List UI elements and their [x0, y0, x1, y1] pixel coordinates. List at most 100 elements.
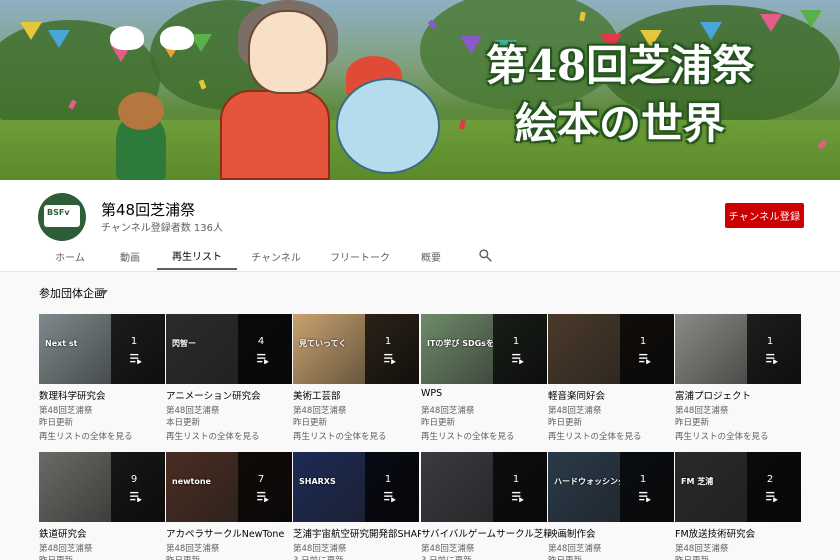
playlist-count-overlay [111, 452, 165, 522]
playlist-card[interactable]: 1 富浦プロジェクト 第48回芝浦祭 昨日更新 再生リストの全体を見る [675, 314, 801, 444]
playlist-updated: 昨日更新 [166, 554, 200, 560]
playlist-title[interactable]: 美術工芸部 [293, 388, 421, 402]
playlist-channel-name[interactable]: 第48回芝浦祭 [39, 542, 92, 554]
tab-home[interactable]: ホーム [45, 242, 95, 270]
playlist-icon [766, 353, 778, 364]
playlist-thumbnail[interactable]: newtone 7 [166, 452, 292, 522]
thumbnail-caption: 閃智ー [172, 339, 196, 348]
playlist-card[interactable]: 1 サバイバルゲームサークル芝精第48回芝浦祭3 日前に更新 [421, 452, 549, 560]
playlist-title[interactable]: アニメーション研究会 [166, 388, 294, 402]
playlist-thumbnail[interactable]: 1 [421, 452, 547, 522]
playlist-thumbnail[interactable]: 見ていってく 1 [293, 314, 419, 384]
playlist-channel-name[interactable]: 第48回芝浦祭 [421, 542, 474, 554]
channel-avatar[interactable]: BSFv [38, 193, 86, 241]
playlist-updated: 昨日更新 [293, 418, 328, 428]
playlist-card[interactable]: Next st 1 数理科学研究会 第48回芝浦祭 昨日更新 再生リストの全体を見る [39, 314, 165, 444]
playlist-card[interactable]: newtone 7 アカペラサークルNewTone 第48回芝浦祭昨日更新 [166, 452, 292, 560]
playlist-channel-name[interactable]: 第48回芝浦祭 [166, 542, 219, 554]
chevron-down-icon[interactable] [100, 290, 108, 295]
playlist-icon [257, 353, 269, 364]
subscribe-button[interactable]: チャンネル登録 [725, 203, 804, 228]
playlist-icon [130, 353, 142, 364]
playlist-channel-name[interactable]: 第48回芝浦祭 [293, 404, 346, 416]
avatar-text: BSFv [47, 208, 70, 217]
playlist-thumbnail[interactable]: 9 [39, 452, 165, 522]
playlist-thumbnail[interactable]: ITの学び SDGsを考 1 [421, 314, 547, 384]
playlist-card[interactable]: 見ていってく 1 美術工芸部第48回芝浦祭 昨日更新再生リストの全体を見る [293, 314, 419, 444]
playlist-title[interactable]: 映画制作会 [548, 526, 676, 540]
playlist-title[interactable]: 数理科学研究会 [39, 388, 167, 402]
playlist-title[interactable]: WPS [421, 388, 549, 399]
bunting-flag [48, 30, 70, 48]
playlist-title[interactable]: サバイバルゲームサークル芝精 [421, 526, 549, 540]
playlist-title[interactable]: 富浦プロジェクト [675, 388, 803, 402]
tab-videos[interactable]: 動画 [105, 242, 155, 270]
playlist-title[interactable]: アカペラサークルNewTone [166, 526, 294, 540]
playlist-channel-name[interactable]: 第48回芝浦祭 [421, 404, 474, 416]
playlist-count-overlay [365, 452, 419, 522]
playlist-thumbnail[interactable]: FM 芝浦 2 [675, 452, 801, 522]
view-full-playlist-link[interactable]: 再生リストの全体を見る [293, 430, 387, 442]
thumbnail-caption: Next st [45, 339, 78, 348]
playlist-channel-name[interactable]: 第48回芝浦祭 [675, 404, 728, 416]
playlist-icon [384, 491, 396, 502]
bunting-flag [20, 22, 42, 40]
girl-illustration-body [220, 90, 330, 180]
tab-playlists[interactable]: 再生リスト [157, 242, 237, 270]
tab-channels[interactable]: チャンネル [245, 242, 307, 270]
view-full-playlist-link[interactable]: 再生リストの全体を見る [675, 430, 769, 442]
playlist-thumbnail[interactable]: 閃智ー 4 [166, 314, 292, 384]
playlist-icon [130, 491, 142, 502]
view-full-playlist-link[interactable]: 再生リストの全体を見る [548, 430, 642, 442]
playlist-channel-name[interactable]: 第48回芝浦祭 [675, 542, 728, 554]
thumbnail-caption: FM 芝浦 [681, 477, 714, 486]
bear-head-illustration [118, 92, 164, 130]
view-full-playlist-link[interactable]: 再生リストの全体を見る [421, 430, 515, 442]
section-title[interactable]: 参加団体企画 [39, 285, 105, 301]
playlist-card[interactable]: SHARXS 1 芝浦宇宙航空研究開発部SHARXS 第48回芝浦祭3 日前に更新 [293, 452, 421, 560]
banner-title-line2: 絵本の世界 [514, 99, 725, 148]
search-icon[interactable] [478, 248, 492, 262]
playlist-count-overlay [365, 314, 419, 384]
playlist-icon [384, 353, 396, 364]
playlist-count-overlay [747, 452, 801, 522]
tab-about[interactable]: 概要 [410, 242, 452, 270]
playlist-channel-name[interactable]: 第48回芝浦祭 [548, 404, 601, 416]
playlist-title[interactable]: 鉄道研究会 [39, 526, 167, 540]
playlist-video-count: 7 [257, 474, 265, 485]
playlist-count-overlay [620, 452, 674, 522]
playlist-card[interactable]: 9 鉄道研究会第48回芝浦祭昨日更新 [39, 452, 165, 560]
playlist-card[interactable]: ITの学び SDGsを考 1 WPS 第48回芝浦祭昨日更新再生リストの全体を見る [421, 314, 547, 444]
playlist-card[interactable]: FM 芝浦 2 FM放送技術研究会第48回芝浦祭昨日更新 [675, 452, 801, 560]
playlist-channel-name[interactable]: 第48回芝浦祭 [166, 404, 219, 416]
playlist-channel-name[interactable]: 第48回芝浦祭 [293, 542, 346, 554]
playlist-title[interactable]: FM放送技術研究会 [675, 526, 803, 540]
playlist-count-overlay [493, 452, 547, 522]
bunting-flag [760, 14, 782, 32]
tab-free-talk[interactable]: フリートーク [325, 242, 395, 270]
playlist-thumbnail[interactable]: SHARXS 1 [293, 452, 419, 522]
playlist-updated: 昨日更新 [675, 554, 709, 560]
view-full-playlist-link[interactable]: 再生リストの全体を見る [166, 430, 260, 442]
playlist-video-count: 1 [130, 336, 138, 347]
thumbnail-caption: newtone [172, 477, 211, 486]
thumbnail-caption: SHARXS [299, 477, 336, 486]
playlist-card[interactable]: 1 軽音楽同好会 第48回芝浦祭 昨日更新 再生リストの全体を見る [548, 314, 674, 444]
playlist-thumbnail[interactable]: ハードウォッシング 1 [548, 452, 674, 522]
playlist-title[interactable]: 軽音楽同好会 [548, 388, 676, 402]
playlist-channel-name[interactable]: 第48回芝浦祭 [548, 542, 601, 554]
playlist-thumbnail[interactable]: 1 [548, 314, 674, 384]
thumbnail-caption: ハードウォッシング [554, 477, 620, 486]
banner-title-line1: 第48回芝浦祭 [485, 41, 755, 90]
playlist-card[interactable]: ハードウォッシング 1 映画制作会第48回芝浦祭昨日更新 [548, 452, 674, 560]
playlist-video-count: 2 [766, 474, 774, 485]
playlist-thumbnail[interactable]: 1 [675, 314, 801, 384]
playlist-channel-name[interactable]: 第48回芝浦祭 [39, 404, 92, 416]
playlist-video-count: 1 [384, 474, 392, 485]
playlist-thumbnail[interactable]: Next st 1 [39, 314, 165, 384]
playlist-video-count: 1 [766, 336, 774, 347]
playlist-title[interactable]: 芝浦宇宙航空研究開発部SHARXS [293, 526, 421, 540]
view-full-playlist-link[interactable]: 再生リストの全体を見る [39, 430, 133, 442]
playlist-card[interactable]: 閃智ー 4 アニメーション研究会 第48回芝浦祭 本日更新 再生リストの全体を見る [166, 314, 292, 444]
playlist-video-count: 1 [639, 336, 647, 347]
